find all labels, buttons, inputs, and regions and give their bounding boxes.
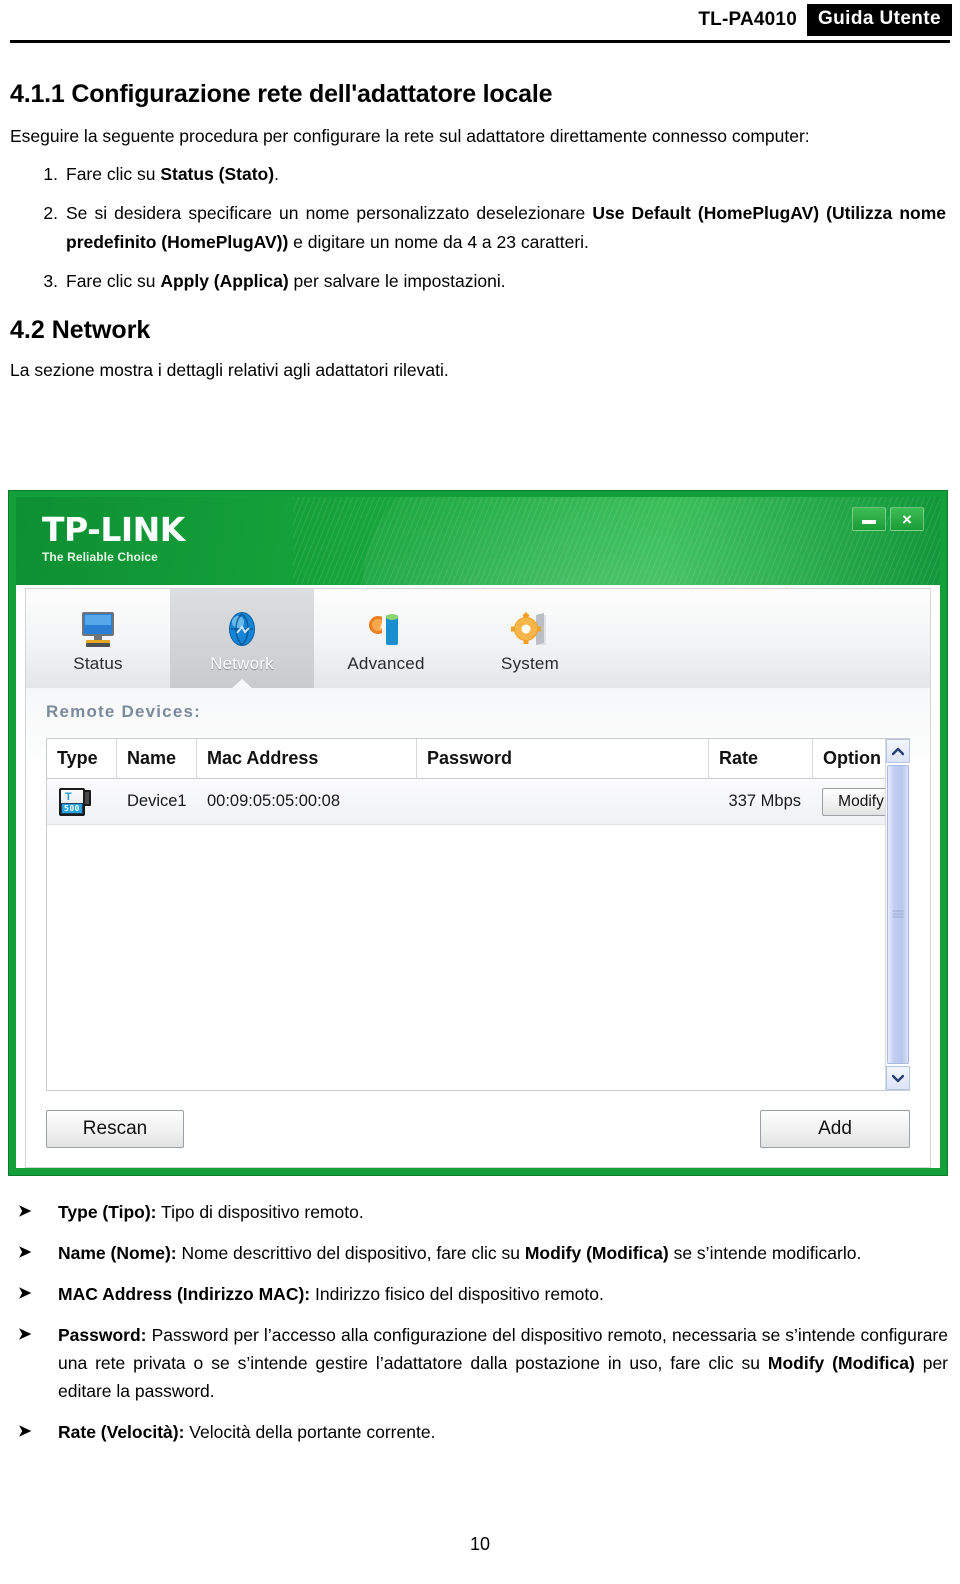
chevron-down-icon (892, 1074, 904, 1082)
bullet-text: Password: Password per l’accesso alla co… (58, 1325, 948, 1401)
bullet-text: MAC Address (Indirizzo MAC): Indirizzo f… (58, 1284, 604, 1304)
bullet-arrow-icon: ➤ (18, 1203, 32, 1220)
tab-network[interactable]: Network (170, 589, 314, 689)
header-rule (10, 40, 950, 43)
step-number: 2. (43, 203, 58, 224)
section-title-4-2: 4.2 Network (10, 315, 151, 344)
brand-name: TP-LINK (42, 510, 185, 549)
scroll-up-button[interactable] (886, 739, 910, 763)
step-item: 3. Fare clic su Apply (Applica) per salv… (43, 267, 948, 295)
bullet-password: ➤ Password: Password per l’accesso alla … (10, 1321, 948, 1405)
brand-logo: TP-LINK The Reliable Choice (42, 513, 185, 564)
vertical-scrollbar[interactable] (885, 739, 910, 1090)
section-4-2-intro: La sezione mostra i dettagli relativi ag… (10, 359, 449, 380)
step-number: 3. (43, 271, 58, 292)
network-panel: Remote Devices: Type Name Mac Address Pa… (25, 688, 931, 1168)
adapter-500-badge: 500 (61, 802, 83, 814)
app-tabbar: Status Network Advanced System (25, 588, 931, 689)
tplink-utility-screenshot: TP-LINK The Reliable Choice × Status Net… (8, 490, 948, 1176)
gear-icon (508, 609, 552, 651)
scroll-track[interactable] (886, 763, 910, 1066)
close-button[interactable]: × (890, 507, 924, 531)
step-item: 2. Se si desidera specificare un nome pe… (43, 199, 948, 256)
intro-paragraph: Eseguire la seguente procedura per confi… (10, 126, 810, 146)
panel-footer: Rescan Add (46, 1107, 910, 1151)
column-header-rate: Rate (709, 739, 813, 778)
tab-system[interactable]: System (458, 589, 602, 688)
rescan-button[interactable]: Rescan (46, 1110, 184, 1148)
bullet-text: Type (Tipo): Tipo di dispositivo remoto. (58, 1202, 364, 1222)
bullet-text: Name (Nome): Nome descrittivo del dispos… (58, 1243, 862, 1263)
cell-type: T 500 (47, 779, 117, 824)
add-button[interactable]: Add (760, 1110, 910, 1148)
bullet-arrow-icon: ➤ (18, 1244, 32, 1261)
app-window: TP-LINK The Reliable Choice × Status Net… (16, 497, 940, 1168)
monitor-icon (76, 609, 120, 651)
page-number: 10 (469, 1534, 491, 1554)
minimize-button[interactable] (852, 507, 886, 531)
banner-swoosh (336, 497, 940, 585)
column-header-mac: Mac Address (197, 739, 417, 778)
table-body: T 500 Device1 00:09:05:05:00:08 337 Mbps… (47, 779, 909, 1090)
bullet-arrow-icon: ➤ (18, 1285, 32, 1302)
bullet-text: Rate (Velocità): Velocità della portante… (58, 1422, 436, 1442)
field-descriptions: ➤ Type (Tipo): Tipo di dispositivo remot… (10, 1198, 948, 1459)
header-guide-badge: Guida Utente (806, 4, 952, 36)
globe-icon (220, 609, 264, 651)
step-text: Fare clic su Status (Stato). (66, 164, 279, 185)
document-content: 4.1.1 Configurazione rete dell'adattator… (10, 64, 948, 388)
scroll-grip (892, 910, 904, 919)
column-header-password: Password (417, 739, 709, 778)
tab-label: Advanced (347, 654, 425, 673)
tab-advanced[interactable]: Advanced (314, 589, 458, 688)
tab-label: Status (73, 654, 123, 673)
step-text: Fare clic su Apply (Applica) per salvare… (66, 271, 506, 292)
cell-name: Device1 (127, 792, 187, 810)
cell-password (417, 779, 709, 824)
column-header-name: Name (117, 739, 197, 778)
scroll-thumb[interactable] (887, 765, 909, 1064)
adapter-tmark: T (65, 790, 72, 803)
tab-label: Network (210, 654, 274, 673)
app-banner: TP-LINK The Reliable Choice × (16, 497, 940, 585)
cell-mac: 00:09:05:05:00:08 (207, 792, 341, 810)
bullet-arrow-icon: ➤ (18, 1423, 32, 1440)
table-header-row: Type Name Mac Address Password Rate Opti… (47, 739, 909, 779)
table-row[interactable]: T 500 Device1 00:09:05:05:00:08 337 Mbps… (47, 779, 909, 825)
page-header: TL-PA4010 Guida Utente (0, 0, 960, 46)
remote-devices-label: Remote Devices: (46, 702, 202, 721)
tools-icon (364, 609, 408, 651)
step-number: 1. (43, 164, 58, 185)
remote-devices-table: Type Name Mac Address Password Rate Opti… (46, 738, 910, 1091)
step-text: Se si desidera specificare un nome perso… (66, 203, 946, 252)
bullet-name: ➤ Name (Nome): Nome descrittivo del disp… (10, 1239, 948, 1267)
bullet-mac-address: ➤ MAC Address (Indirizzo MAC): Indirizzo… (10, 1280, 948, 1308)
section-title-4-1-1: 4.1.1 Configurazione rete dell'adattator… (10, 80, 553, 108)
column-header-type: Type (47, 739, 117, 778)
chevron-up-icon (892, 747, 904, 755)
tab-label: System (501, 654, 559, 673)
close-icon: × (902, 509, 912, 529)
adapter-plug (83, 789, 91, 806)
tab-status[interactable]: Status (26, 589, 170, 688)
bullet-arrow-icon: ➤ (18, 1326, 32, 1343)
bullet-rate: ➤ Rate (Velocità): Velocità della portan… (10, 1418, 948, 1446)
window-controls: × (852, 507, 924, 531)
header-model: TL-PA4010 (698, 9, 797, 30)
header-title-group: TL-PA4010 Guida Utente (698, 4, 952, 36)
cell-rate: 337 Mbps (728, 792, 801, 810)
minimize-icon (862, 520, 876, 524)
brand-tagline: The Reliable Choice (42, 550, 158, 564)
powerline-adapter-500-icon: T 500 (57, 785, 91, 819)
step-item: 1. Fare clic su Status (Stato). (43, 160, 948, 188)
bullet-type: ➤ Type (Tipo): Tipo di dispositivo remot… (10, 1198, 948, 1226)
scroll-down-button[interactable] (886, 1066, 910, 1090)
steps-list: 1. Fare clic su Status (Stato). 2. Se si… (10, 160, 948, 295)
